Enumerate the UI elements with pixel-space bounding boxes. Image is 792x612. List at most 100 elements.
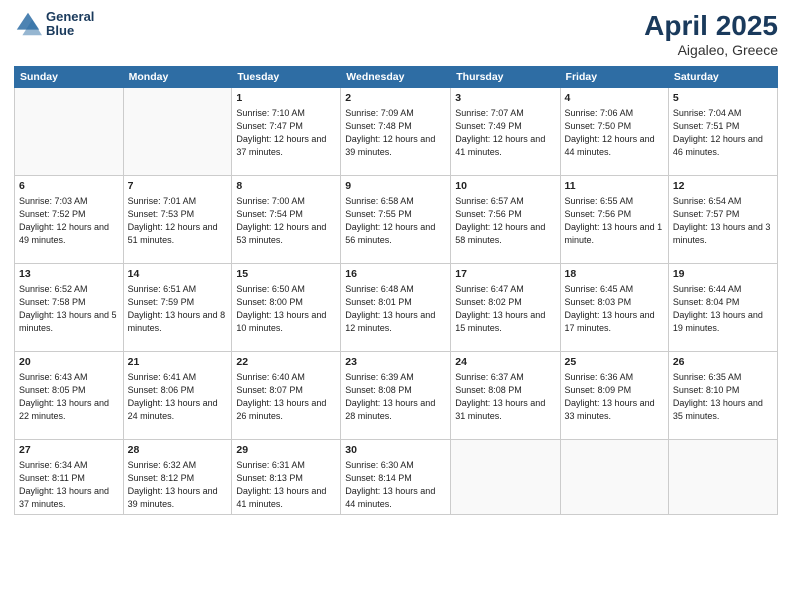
day-number: 6 xyxy=(19,179,119,194)
day-info: Sunrise: 6:31 AM Sunset: 8:13 PM Dayligh… xyxy=(236,459,336,511)
day-info: Sunrise: 6:34 AM Sunset: 8:11 PM Dayligh… xyxy=(19,459,119,511)
day-info: Sunrise: 6:55 AM Sunset: 7:56 PM Dayligh… xyxy=(565,195,664,247)
day-number: 25 xyxy=(565,355,664,370)
day-number: 3 xyxy=(455,91,555,106)
logo-text: General Blue xyxy=(46,10,94,39)
day-info: Sunrise: 6:58 AM Sunset: 7:55 PM Dayligh… xyxy=(345,195,446,247)
day-info: Sunrise: 6:30 AM Sunset: 8:14 PM Dayligh… xyxy=(345,459,446,511)
calendar-cell: 5Sunrise: 7:04 AM Sunset: 7:51 PM Daylig… xyxy=(668,88,777,176)
col-header-wednesday: Wednesday xyxy=(341,67,451,88)
day-info: Sunrise: 6:43 AM Sunset: 8:05 PM Dayligh… xyxy=(19,371,119,423)
day-number: 21 xyxy=(128,355,228,370)
calendar-title: April 2025 xyxy=(644,10,778,42)
calendar-cell: 26Sunrise: 6:35 AM Sunset: 8:10 PM Dayli… xyxy=(668,352,777,440)
logo-line2: Blue xyxy=(46,24,94,38)
calendar-cell: 25Sunrise: 6:36 AM Sunset: 8:09 PM Dayli… xyxy=(560,352,668,440)
day-number: 5 xyxy=(673,91,773,106)
day-number: 19 xyxy=(673,267,773,282)
day-info: Sunrise: 6:37 AM Sunset: 8:08 PM Dayligh… xyxy=(455,371,555,423)
calendar-cell xyxy=(15,88,124,176)
day-info: Sunrise: 7:04 AM Sunset: 7:51 PM Dayligh… xyxy=(673,107,773,159)
day-number: 1 xyxy=(236,91,336,106)
day-number: 26 xyxy=(673,355,773,370)
day-info: Sunrise: 6:35 AM Sunset: 8:10 PM Dayligh… xyxy=(673,371,773,423)
day-number: 4 xyxy=(565,91,664,106)
day-info: Sunrise: 6:50 AM Sunset: 8:00 PM Dayligh… xyxy=(236,283,336,335)
calendar-cell: 9Sunrise: 6:58 AM Sunset: 7:55 PM Daylig… xyxy=(341,176,451,264)
day-number: 9 xyxy=(345,179,446,194)
day-number: 8 xyxy=(236,179,336,194)
calendar-cell: 28Sunrise: 6:32 AM Sunset: 8:12 PM Dayli… xyxy=(123,440,232,515)
calendar-cell xyxy=(560,440,668,515)
calendar-cell: 18Sunrise: 6:45 AM Sunset: 8:03 PM Dayli… xyxy=(560,264,668,352)
col-header-friday: Friday xyxy=(560,67,668,88)
day-info: Sunrise: 6:57 AM Sunset: 7:56 PM Dayligh… xyxy=(455,195,555,247)
day-info: Sunrise: 6:51 AM Sunset: 7:59 PM Dayligh… xyxy=(128,283,228,335)
day-number: 15 xyxy=(236,267,336,282)
calendar-cell: 7Sunrise: 7:01 AM Sunset: 7:53 PM Daylig… xyxy=(123,176,232,264)
calendar-cell: 2Sunrise: 7:09 AM Sunset: 7:48 PM Daylig… xyxy=(341,88,451,176)
calendar-cell: 15Sunrise: 6:50 AM Sunset: 8:00 PM Dayli… xyxy=(232,264,341,352)
day-number: 12 xyxy=(673,179,773,194)
calendar-week-3: 13Sunrise: 6:52 AM Sunset: 7:58 PM Dayli… xyxy=(15,264,778,352)
calendar-subtitle: Aigaleo, Greece xyxy=(644,42,778,58)
calendar-cell: 3Sunrise: 7:07 AM Sunset: 7:49 PM Daylig… xyxy=(451,88,560,176)
day-info: Sunrise: 7:03 AM Sunset: 7:52 PM Dayligh… xyxy=(19,195,119,247)
col-header-sunday: Sunday xyxy=(15,67,124,88)
day-info: Sunrise: 6:41 AM Sunset: 8:06 PM Dayligh… xyxy=(128,371,228,423)
day-number: 11 xyxy=(565,179,664,194)
day-number: 18 xyxy=(565,267,664,282)
day-number: 17 xyxy=(455,267,555,282)
calendar-cell: 8Sunrise: 7:00 AM Sunset: 7:54 PM Daylig… xyxy=(232,176,341,264)
day-info: Sunrise: 7:10 AM Sunset: 7:47 PM Dayligh… xyxy=(236,107,336,159)
day-info: Sunrise: 6:44 AM Sunset: 8:04 PM Dayligh… xyxy=(673,283,773,335)
calendar-cell xyxy=(123,88,232,176)
logo-line1: General xyxy=(46,10,94,24)
calendar-cell: 20Sunrise: 6:43 AM Sunset: 8:05 PM Dayli… xyxy=(15,352,124,440)
day-info: Sunrise: 7:00 AM Sunset: 7:54 PM Dayligh… xyxy=(236,195,336,247)
calendar-cell: 17Sunrise: 6:47 AM Sunset: 8:02 PM Dayli… xyxy=(451,264,560,352)
calendar-cell: 11Sunrise: 6:55 AM Sunset: 7:56 PM Dayli… xyxy=(560,176,668,264)
day-info: Sunrise: 6:54 AM Sunset: 7:57 PM Dayligh… xyxy=(673,195,773,247)
day-info: Sunrise: 7:01 AM Sunset: 7:53 PM Dayligh… xyxy=(128,195,228,247)
day-info: Sunrise: 6:52 AM Sunset: 7:58 PM Dayligh… xyxy=(19,283,119,335)
calendar-table: SundayMondayTuesdayWednesdayThursdayFrid… xyxy=(14,66,778,515)
day-number: 23 xyxy=(345,355,446,370)
calendar-cell: 22Sunrise: 6:40 AM Sunset: 8:07 PM Dayli… xyxy=(232,352,341,440)
day-info: Sunrise: 6:36 AM Sunset: 8:09 PM Dayligh… xyxy=(565,371,664,423)
header: General Blue April 2025 Aigaleo, Greece xyxy=(14,10,778,58)
calendar-cell: 12Sunrise: 6:54 AM Sunset: 7:57 PM Dayli… xyxy=(668,176,777,264)
title-block: April 2025 Aigaleo, Greece xyxy=(644,10,778,58)
calendar-week-5: 27Sunrise: 6:34 AM Sunset: 8:11 PM Dayli… xyxy=(15,440,778,515)
calendar-cell: 1Sunrise: 7:10 AM Sunset: 7:47 PM Daylig… xyxy=(232,88,341,176)
calendar-week-2: 6Sunrise: 7:03 AM Sunset: 7:52 PM Daylig… xyxy=(15,176,778,264)
logo-icon xyxy=(14,10,42,38)
day-number: 30 xyxy=(345,443,446,458)
calendar-cell: 21Sunrise: 6:41 AM Sunset: 8:06 PM Dayli… xyxy=(123,352,232,440)
day-info: Sunrise: 6:39 AM Sunset: 8:08 PM Dayligh… xyxy=(345,371,446,423)
calendar-cell: 10Sunrise: 6:57 AM Sunset: 7:56 PM Dayli… xyxy=(451,176,560,264)
calendar-week-1: 1Sunrise: 7:10 AM Sunset: 7:47 PM Daylig… xyxy=(15,88,778,176)
day-number: 22 xyxy=(236,355,336,370)
day-number: 10 xyxy=(455,179,555,194)
day-number: 24 xyxy=(455,355,555,370)
calendar-cell: 14Sunrise: 6:51 AM Sunset: 7:59 PM Dayli… xyxy=(123,264,232,352)
calendar-cell: 19Sunrise: 6:44 AM Sunset: 8:04 PM Dayli… xyxy=(668,264,777,352)
day-info: Sunrise: 7:07 AM Sunset: 7:49 PM Dayligh… xyxy=(455,107,555,159)
calendar-header-row: SundayMondayTuesdayWednesdayThursdayFrid… xyxy=(15,67,778,88)
page: General Blue April 2025 Aigaleo, Greece … xyxy=(0,0,792,612)
logo: General Blue xyxy=(14,10,94,39)
day-number: 13 xyxy=(19,267,119,282)
col-header-thursday: Thursday xyxy=(451,67,560,88)
calendar-cell: 24Sunrise: 6:37 AM Sunset: 8:08 PM Dayli… xyxy=(451,352,560,440)
day-info: Sunrise: 6:32 AM Sunset: 8:12 PM Dayligh… xyxy=(128,459,228,511)
calendar-cell xyxy=(451,440,560,515)
day-info: Sunrise: 6:45 AM Sunset: 8:03 PM Dayligh… xyxy=(565,283,664,335)
day-number: 14 xyxy=(128,267,228,282)
day-number: 29 xyxy=(236,443,336,458)
calendar-cell xyxy=(668,440,777,515)
day-info: Sunrise: 6:47 AM Sunset: 8:02 PM Dayligh… xyxy=(455,283,555,335)
day-info: Sunrise: 7:06 AM Sunset: 7:50 PM Dayligh… xyxy=(565,107,664,159)
calendar-cell: 23Sunrise: 6:39 AM Sunset: 8:08 PM Dayli… xyxy=(341,352,451,440)
day-number: 7 xyxy=(128,179,228,194)
